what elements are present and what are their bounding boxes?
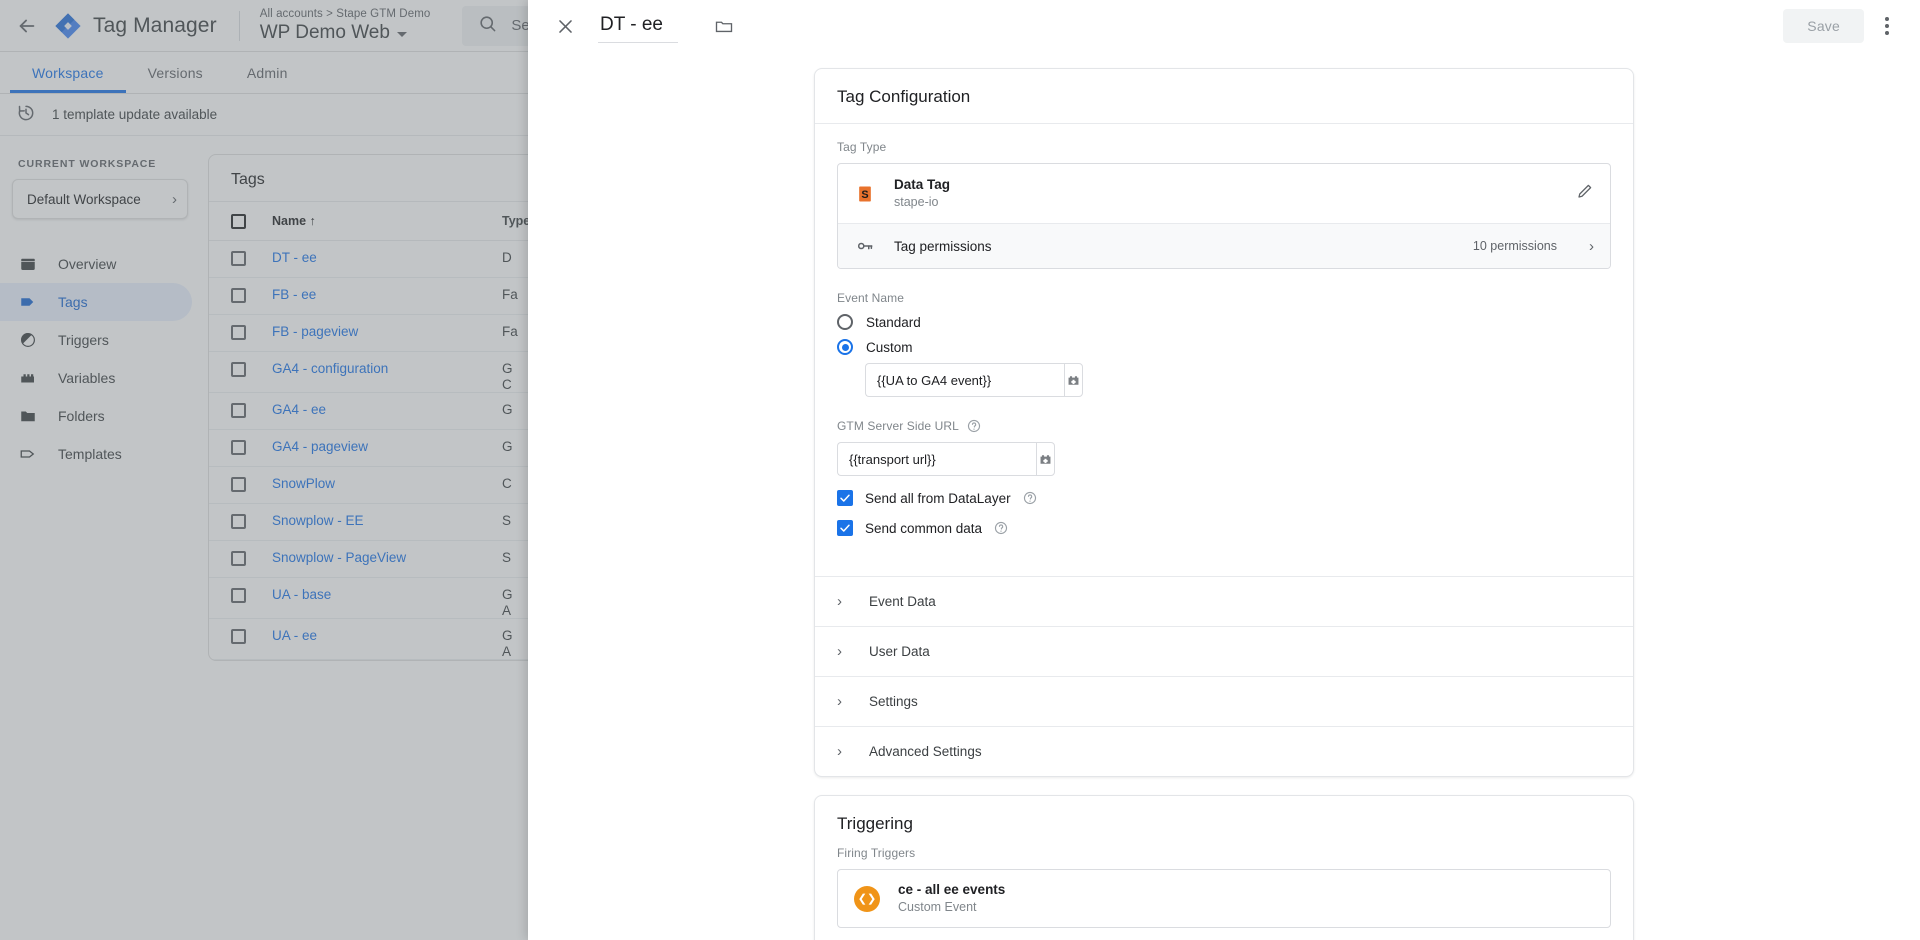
tag-configuration-body: Tag Type S Data Tag stape-io Tag permiss… <box>815 124 1633 576</box>
checkbox-send-common-data[interactable]: Send common data <box>837 520 1611 537</box>
help-circle-icon[interactable] <box>1023 491 1037 505</box>
section-advanced-settings[interactable]: › Advanced Settings <box>815 726 1633 776</box>
custom-event-icon: ❮❯ <box>854 885 880 912</box>
triggering-card: Triggering Firing Triggers ❮❯ ce - all e… <box>814 795 1634 940</box>
section-label: Event Data <box>869 594 936 610</box>
folder-outline-icon[interactable] <box>714 16 734 36</box>
checkbox-label: Send common data <box>865 520 983 536</box>
section-event-data[interactable]: › Event Data <box>815 576 1633 626</box>
key-icon <box>854 235 876 257</box>
checkbox-label: Send all from DataLayer <box>865 490 1011 506</box>
tag-type-row[interactable]: S Data Tag stape-io <box>838 164 1610 223</box>
panel-header: Save <box>528 0 1920 52</box>
section-label: User Data <box>869 644 930 660</box>
radio-custom[interactable]: Custom <box>837 339 1611 356</box>
panel-kebab-menu-icon[interactable] <box>1870 9 1904 43</box>
checkbox-send-all-datalayer[interactable]: Send all from DataLayer <box>837 490 1611 507</box>
tag-edit-panel: Save Tag Configuration Tag Type S <box>528 0 1920 940</box>
section-user-data[interactable]: › User Data <box>815 626 1633 676</box>
server-url-label-row: GTM Server Side URL <box>837 419 1611 433</box>
server-url-label: GTM Server Side URL <box>837 419 959 434</box>
section-label: Advanced Settings <box>869 744 982 760</box>
triggering-body: Firing Triggers ❮❯ ce - all ee events Cu… <box>815 840 1633 940</box>
chevron-right-icon: › <box>1589 237 1594 255</box>
trigger-type: Custom Event <box>898 900 977 915</box>
custom-event-input[interactable] <box>865 363 1064 398</box>
server-url-input[interactable] <box>837 442 1036 477</box>
section-settings[interactable]: › Settings <box>815 676 1633 726</box>
firing-trigger-row[interactable]: ❮❯ ce - all ee events Custom Event <box>837 869 1611 929</box>
radio-custom-control[interactable] <box>837 339 853 356</box>
pencil-icon[interactable] <box>1576 182 1594 205</box>
svg-text:S: S <box>861 189 868 201</box>
tag-configuration-title: Tag Configuration <box>815 69 1633 124</box>
checkbox-checked-icon[interactable] <box>837 520 853 537</box>
radio-standard-control[interactable] <box>837 314 853 331</box>
collapsible-sections: › Event Data › User Data › Settings › Advanced … <box>815 576 1633 776</box>
tag-type-vendor: stape-io <box>894 195 939 210</box>
triggering-title: Triggering <box>837 814 913 834</box>
tag-permissions-row[interactable]: Tag permissions 10 permissions › <box>838 223 1610 269</box>
help-circle-icon[interactable] <box>967 419 981 433</box>
radio-standard[interactable]: Standard <box>837 314 1611 331</box>
section-label: Settings <box>869 694 918 710</box>
trigger-name: ce - all ee events <box>898 882 1006 898</box>
tag-permissions-label: Tag permissions <box>894 238 992 254</box>
radio-custom-label: Custom <box>866 339 913 355</box>
stape-s-icon: S <box>854 183 876 205</box>
custom-event-field <box>865 363 1083 398</box>
tag-permissions-count: 10 permissions <box>1472 239 1557 254</box>
lego-brick-icon[interactable] <box>1036 442 1055 477</box>
chevron-right-icon: › <box>837 693 842 711</box>
close-icon[interactable] <box>548 9 582 43</box>
tag-type-box: S Data Tag stape-io Tag permissions 10 p… <box>837 163 1611 270</box>
panel-scroll-area[interactable]: Tag Configuration Tag Type S Data Tag st… <box>528 52 1920 940</box>
panel-save-button[interactable]: Save <box>1783 9 1864 43</box>
tag-configuration-card: Tag Configuration Tag Type S Data Tag st… <box>814 68 1634 778</box>
radio-standard-label: Standard <box>866 314 921 330</box>
chevron-right-icon: › <box>837 593 842 611</box>
panel-actions: Save <box>1783 9 1904 43</box>
tag-type-label: Tag Type <box>837 140 887 154</box>
chevron-right-icon: › <box>837 643 842 661</box>
lego-brick-icon[interactable] <box>1064 363 1083 398</box>
tag-type-name: Data Tag <box>894 177 951 192</box>
tag-name-input[interactable] <box>598 9 678 43</box>
event-name-label: Event Name <box>837 291 905 306</box>
help-circle-icon[interactable] <box>994 521 1008 535</box>
chevron-right-icon: › <box>837 743 842 761</box>
checkbox-checked-icon[interactable] <box>837 490 853 507</box>
server-url-field <box>837 442 1055 477</box>
firing-triggers-label: Firing Triggers <box>837 846 916 861</box>
